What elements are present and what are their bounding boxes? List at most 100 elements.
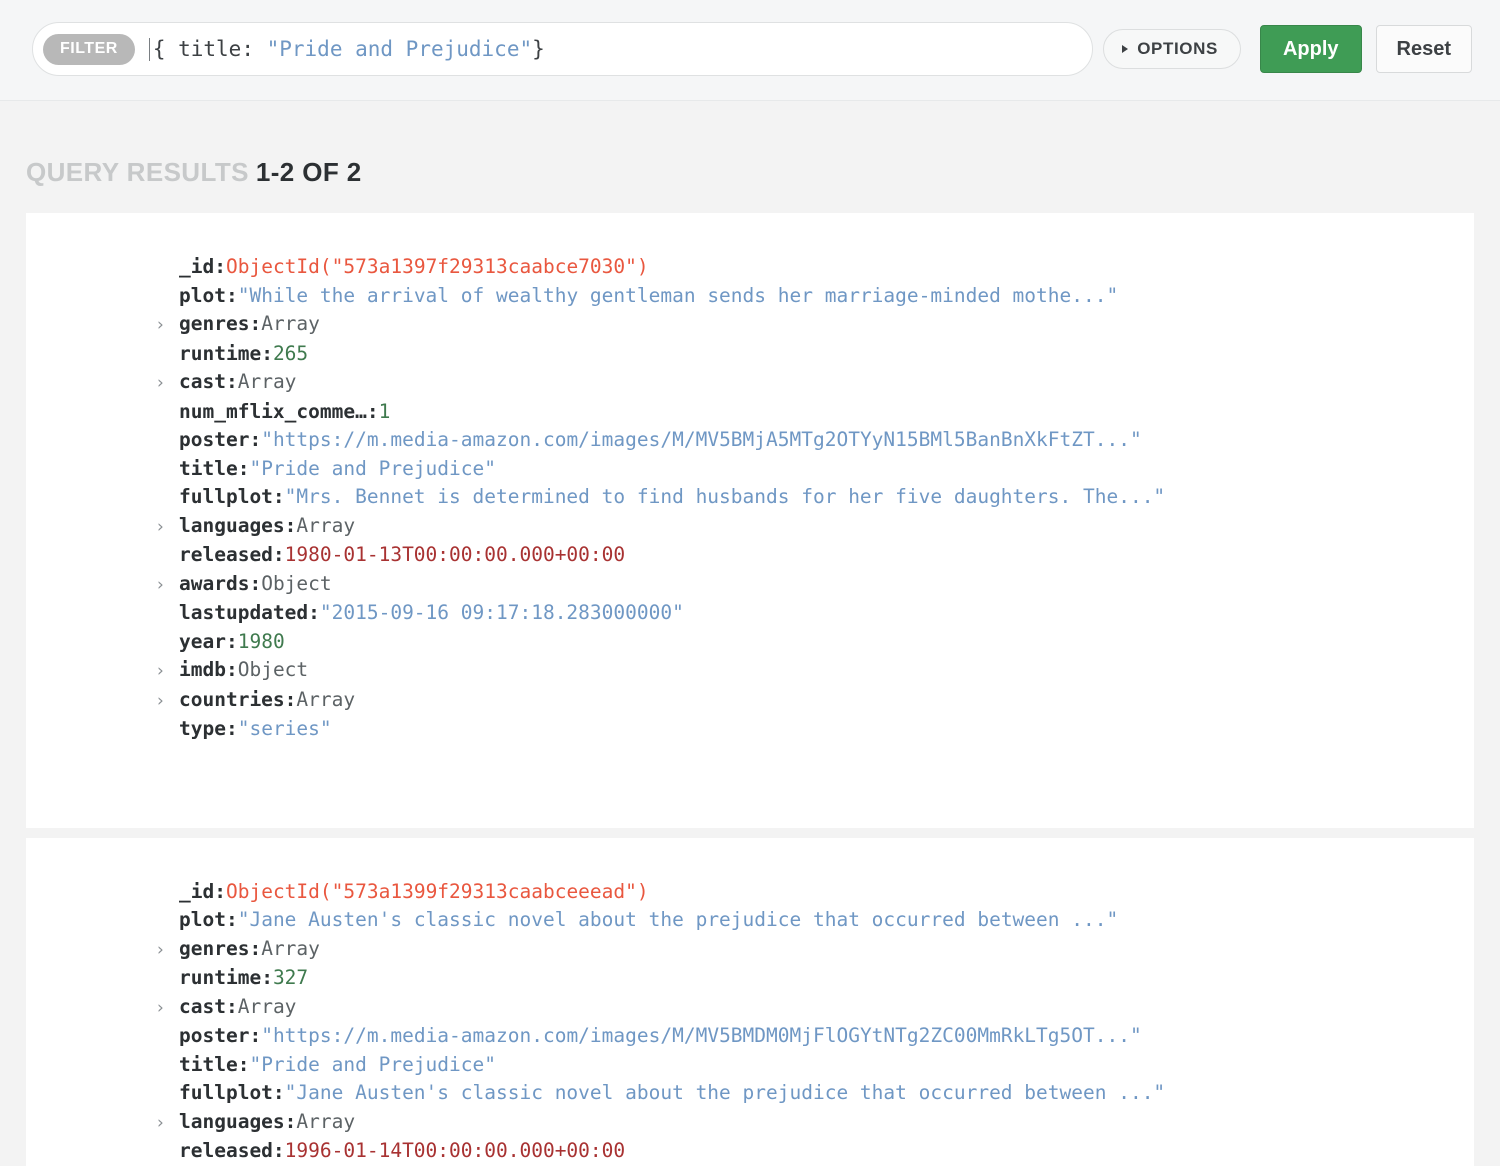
field-separator: :: [225, 717, 238, 740]
document-field-row: fullplot: "Jane Austen's classic novel a…: [157, 1079, 1474, 1108]
document-field-row: title: "Pride and Prejudice": [157, 1051, 1474, 1080]
document-field-row: › genres: Array: [157, 310, 1474, 340]
field-separator: :: [237, 1052, 250, 1076]
field-separator: :: [284, 1109, 297, 1133]
document-field-row: runtime: 265: [157, 340, 1474, 369]
expand-chevron-icon[interactable]: ›: [157, 369, 179, 398]
document-field-row: › countries: Array: [157, 686, 1474, 716]
query-toolbar: FILTER { title: "Pride and Prejudice"} O…: [0, 0, 1500, 101]
field-key: cast: [179, 994, 226, 1018]
field-value: 1: [378, 399, 391, 423]
field-key: year: [179, 629, 226, 653]
field-key: plot: [179, 283, 226, 307]
options-button[interactable]: OPTIONS: [1103, 29, 1241, 69]
field-value: 1980-01-13T00:00:00.000+00:00: [284, 543, 626, 566]
document-field-row: plot: "While the arrival of wealthy gent…: [157, 282, 1474, 311]
field-value: "series": [237, 717, 332, 740]
field-value: Array: [261, 312, 320, 335]
field-key: type: [179, 717, 226, 740]
document-list: _id: ObjectId("573a1397f29313caabce7030"…: [0, 213, 1500, 1166]
document-field-row: › cast: Array: [157, 993, 1474, 1023]
query-results-header: QUERY RESULTS 1-2 OF 2: [0, 101, 1500, 185]
field-key: released: [179, 1139, 273, 1162]
field-separator: :: [225, 908, 238, 931]
field-separator: :: [272, 1081, 285, 1104]
field-value: "Mrs. Bennet is determined to find husba…: [284, 485, 1166, 508]
document-field-row: released: 1996-01-14T00:00:00.000+00:00: [157, 1137, 1474, 1166]
options-button-label: OPTIONS: [1137, 39, 1218, 58]
field-separator: :: [225, 658, 238, 681]
field-key: runtime: [179, 341, 262, 365]
apply-button[interactable]: Apply: [1259, 25, 1362, 73]
field-value: "Jane Austen's classic novel about the p…: [237, 908, 1119, 931]
document-field-row: _id: ObjectId("573a1397f29313caabce7030"…: [157, 253, 1474, 282]
expand-chevron-icon[interactable]: ›: [157, 571, 179, 600]
filter-input[interactable]: FILTER { title: "Pride and Prejudice"}: [32, 22, 1094, 76]
query-results-count: 1-2 OF 2: [255, 157, 362, 187]
filter-query-text[interactable]: { title: "Pride and Prejudice"}: [148, 37, 1086, 61]
field-key: lastupdated: [179, 601, 309, 624]
document-field-row: › languages: Array: [157, 1108, 1474, 1138]
expand-chevron-icon[interactable]: ›: [157, 1109, 179, 1138]
expand-chevron-icon[interactable]: ›: [157, 513, 179, 542]
document-field-row: lastupdated: "2015-09-16 09:17:18.283000…: [157, 599, 1474, 628]
field-value: "While the arrival of wealthy gentleman …: [237, 283, 1119, 307]
field-list: _id: ObjectId("573a1399f29313caabceeead"…: [26, 878, 1474, 1166]
field-value: Array: [261, 936, 320, 960]
document-field-row: num_mflix_comme… : 1: [157, 398, 1474, 427]
filter-query-string: "Pride and Prejudice": [266, 37, 533, 61]
field-key: _id: [179, 879, 215, 903]
field-value: "Pride and Prejudice": [249, 456, 496, 480]
document-field-row: plot: "Jane Austen's classic novel about…: [157, 906, 1474, 935]
document-field-row: › imdb: Object: [157, 656, 1474, 686]
field-key: released: [179, 543, 273, 566]
field-key: fullplot: [179, 485, 273, 508]
field-value: ObjectId("573a1399f29313caabceeead"): [225, 879, 649, 903]
field-separator: :: [272, 1139, 285, 1162]
field-separator: :: [308, 601, 320, 624]
expand-chevron-icon[interactable]: ›: [157, 994, 179, 1023]
field-separator: :: [225, 994, 238, 1018]
field-value: "https://m.media-amazon.com/images/M/MV5…: [261, 428, 1142, 451]
document-field-row: › cast: Array: [157, 368, 1474, 398]
document-field-row: type: "series": [157, 715, 1474, 744]
field-separator: :: [261, 966, 273, 989]
field-key: genres: [179, 312, 250, 335]
field-key: plot: [179, 908, 226, 931]
field-value: "Pride and Prejudice": [249, 1052, 496, 1076]
field-value: 1980: [237, 629, 285, 653]
document-field-row: year: 1980: [157, 628, 1474, 657]
reset-button[interactable]: Reset: [1375, 25, 1472, 73]
field-key: awards: [179, 571, 250, 595]
document-field-row: poster: "https://m.media-amazon.com/imag…: [157, 426, 1474, 455]
field-value: "https://m.media-amazon.com/images/M/MV5…: [261, 1024, 1142, 1047]
document-field-row: _id: ObjectId("573a1399f29313caabceeead"…: [157, 878, 1474, 907]
expand-chevron-icon[interactable]: ›: [157, 687, 179, 716]
expand-chevron-icon[interactable]: ›: [157, 936, 179, 965]
field-value: Array: [237, 994, 297, 1018]
field-key: languages: [179, 513, 285, 537]
field-key: title: [179, 456, 238, 480]
field-key: countries: [179, 687, 285, 711]
field-separator: :: [214, 879, 226, 903]
document-field-row: › awards: Object: [157, 570, 1474, 600]
field-value: Array: [296, 1109, 356, 1133]
field-key: cast: [179, 370, 226, 393]
document-field-row: title: "Pride and Prejudice": [157, 455, 1474, 484]
field-separator: :: [249, 936, 262, 960]
document-card: _id: ObjectId("573a1397f29313caabce7030"…: [26, 213, 1474, 828]
field-key: poster: [179, 428, 250, 451]
field-key: runtime: [179, 966, 262, 989]
field-key: poster: [179, 1024, 250, 1047]
field-key: languages: [179, 1109, 285, 1133]
field-separator: :: [225, 629, 238, 653]
expand-chevron-icon[interactable]: ›: [157, 657, 179, 686]
field-value: Object: [237, 658, 309, 681]
expand-chevron-icon[interactable]: ›: [157, 311, 179, 340]
field-separator: :: [272, 485, 285, 508]
field-key: title: [179, 1052, 238, 1076]
field-separator: :: [214, 255, 226, 278]
field-value: 265: [272, 341, 309, 365]
field-separator: :: [225, 370, 238, 393]
field-key: imdb: [179, 658, 226, 681]
